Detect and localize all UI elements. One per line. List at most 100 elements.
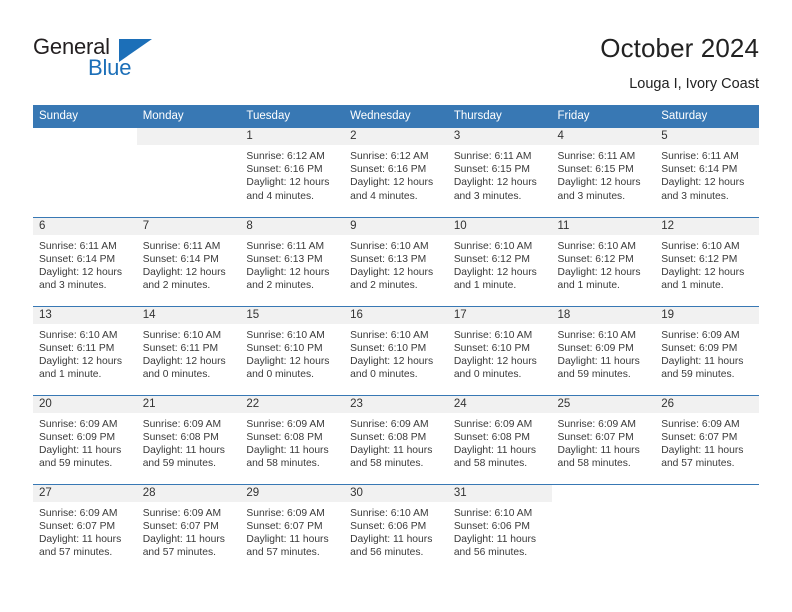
- day-number: 24: [447, 395, 552, 413]
- calendar-day-cell[interactable]: 5 Sunrise: 6:11 AM Sunset: 6:14 PM Daylight…: [655, 128, 759, 217]
- calendar-day-cell[interactable]: 15 Sunrise: 6:10 AM Sunset: 6:10 PM Dayligh…: [240, 305, 345, 395]
- daylight-text: Daylight: 12 hours and 1 minute.: [39, 355, 122, 381]
- calendar-header-row: Sunday Monday Tuesday Wednesday Thursday…: [33, 105, 759, 128]
- calendar-day-cell[interactable]: 2 Sunrise: 6:12 AM Sunset: 6:16 PM Daylight…: [344, 128, 448, 217]
- daylight-text: Daylight: 12 hours and 0 minutes.: [350, 355, 434, 381]
- day-number: 6: [33, 217, 137, 235]
- day-number: 4: [551, 128, 656, 145]
- daylight-text: Daylight: 11 hours and 59 minutes.: [39, 444, 122, 470]
- calendar-grid: Sunday Monday Tuesday Wednesday Thursday…: [33, 105, 759, 573]
- calendar-day-cell[interactable]: 11 Sunrise: 6:10 AM Sunset: 6:12 PM Dayligh…: [551, 216, 656, 306]
- daylight-text: Daylight: 11 hours and 58 minutes.: [557, 444, 640, 470]
- daylight-text: Daylight: 11 hours and 57 minutes.: [246, 533, 329, 559]
- calendar-day-cell[interactable]: 23 Sunrise: 6:09 AM Sunset: 6:08 PM Dayligh…: [344, 394, 448, 484]
- day-number: 2: [344, 128, 448, 145]
- sunset-text: Sunset: 6:09 PM: [557, 342, 634, 354]
- sunrise-text: Sunrise: 6:11 AM: [661, 151, 739, 162]
- calendar-day-cell[interactable]: 26 Sunrise: 6:09 AM Sunset: 6:07 PM Dayligh…: [655, 394, 759, 484]
- calendar-day-cell[interactable]: 7 Sunrise: 6:11 AM Sunset: 6:14 PM Daylight…: [136, 216, 241, 306]
- sunset-text: Sunset: 6:08 PM: [350, 431, 427, 443]
- day-number: 7: [136, 217, 241, 235]
- calendar-day-cell[interactable]: 29 Sunrise: 6:09 AM Sunset: 6:07 PM Dayligh…: [240, 483, 345, 573]
- calendar-day-cell[interactable]: 25 Sunrise: 6:09 AM Sunset: 6:07 PM Dayligh…: [551, 394, 656, 484]
- calendar-week-row: 27 Sunrise: 6:09 AM Sunset: 6:07 PM Dayligh…: [33, 483, 759, 573]
- day-number: 27: [33, 484, 137, 502]
- sunrise-text: Sunrise: 6:09 AM: [39, 507, 118, 519]
- calendar-day-cell[interactable]: 21 Sunrise: 6:09 AM Sunset: 6:08 PM Dayligh…: [136, 394, 241, 484]
- day-details: Sunrise: 6:10 AM Sunset: 6:06 PM Daylight:…: [344, 502, 448, 560]
- calendar-day-cell[interactable]: 10 Sunrise: 6:10 AM Sunset: 6:12 PM Dayligh…: [447, 216, 552, 306]
- daylight-text: Daylight: 11 hours and 59 minutes.: [661, 355, 744, 381]
- day-details: Sunrise: 6:10 AM Sunset: 6:06 PM Daylight:…: [448, 502, 552, 560]
- calendar-day-cell[interactable]: 4 Sunrise: 6:11 AM Sunset: 6:15 PM Daylight…: [551, 128, 656, 217]
- calendar-day-cell[interactable]: 14 Sunrise: 6:10 AM Sunset: 6:11 PM Dayligh…: [136, 305, 241, 395]
- daylight-text: Daylight: 12 hours and 4 minutes.: [246, 177, 330, 202]
- sunset-text: Sunset: 6:06 PM: [350, 520, 427, 532]
- sunrise-text: Sunrise: 6:10 AM: [350, 329, 429, 341]
- calendar-day-cell[interactable]: 30 Sunrise: 6:10 AM Sunset: 6:06 PM Dayligh…: [344, 483, 448, 573]
- sunrise-text: Sunrise: 6:12 AM: [246, 151, 325, 162]
- sunset-text: Sunset: 6:07 PM: [246, 520, 323, 532]
- day-number: [33, 128, 137, 145]
- day-number: 15: [240, 306, 345, 324]
- calendar-day-cell[interactable]: 12 Sunrise: 6:10 AM Sunset: 6:12 PM Dayligh…: [655, 216, 759, 306]
- day-details: Sunrise: 6:09 AM Sunset: 6:07 PM Daylight:…: [655, 413, 759, 471]
- daylight-text: Daylight: 11 hours and 56 minutes.: [453, 533, 537, 559]
- calendar-day-cell[interactable]: 24 Sunrise: 6:09 AM Sunset: 6:08 PM Dayligh…: [447, 394, 552, 484]
- sunrise-text: Sunrise: 6:09 AM: [661, 418, 740, 430]
- sunrise-text: Sunrise: 6:09 AM: [142, 418, 222, 430]
- calendar-empty-cell: [655, 483, 759, 573]
- calendar-day-cell[interactable]: 17 Sunrise: 6:10 AM Sunset: 6:10 PM Dayligh…: [447, 305, 552, 395]
- calendar-day-cell[interactable]: 22 Sunrise: 6:09 AM Sunset: 6:08 PM Dayligh…: [240, 394, 345, 484]
- calendar-day-cell[interactable]: 8 Sunrise: 6:11 AM Sunset: 6:13 PM Daylight…: [240, 216, 345, 306]
- calendar-day-cell[interactable]: 20 Sunrise: 6:09 AM Sunset: 6:09 PM Dayligh…: [33, 394, 137, 484]
- day-details: Sunrise: 6:10 AM Sunset: 6:10 PM Daylight:…: [448, 324, 552, 382]
- sunset-text: Sunset: 6:08 PM: [453, 431, 530, 443]
- sunset-text: Sunset: 6:13 PM: [246, 253, 323, 265]
- sunrise-text: Sunrise: 6:10 AM: [453, 329, 533, 341]
- daylight-text: Daylight: 11 hours and 59 minutes.: [142, 444, 225, 470]
- daylight-text: Daylight: 11 hours and 59 minutes.: [557, 355, 640, 381]
- weekday-header-thursday: Thursday: [447, 105, 552, 128]
- daylight-text: Daylight: 12 hours and 4 minutes.: [350, 177, 434, 202]
- sunrise-text: Sunrise: 6:10 AM: [453, 240, 533, 252]
- general-blue-logo[interactable]: General Blue: [33, 36, 263, 92]
- daylight-text: Daylight: 12 hours and 3 minutes.: [661, 177, 745, 202]
- sunset-text: Sunset: 6:14 PM: [39, 253, 116, 265]
- day-number: 21: [136, 395, 241, 413]
- daylight-text: Daylight: 11 hours and 57 minutes.: [661, 444, 744, 470]
- sunrise-text: Sunrise: 6:09 AM: [661, 329, 740, 341]
- day-details: Sunrise: 6:09 AM Sunset: 6:07 PM Daylight:…: [137, 502, 241, 560]
- day-details: Sunrise: 6:11 AM Sunset: 6:15 PM Daylight:…: [552, 145, 656, 203]
- sunrise-text: Sunrise: 6:11 AM: [246, 240, 325, 252]
- day-details: Sunrise: 6:10 AM Sunset: 6:12 PM Daylight:…: [552, 235, 656, 293]
- sunset-text: Sunset: 6:12 PM: [661, 253, 738, 265]
- calendar-day-cell[interactable]: 6 Sunrise: 6:11 AM Sunset: 6:14 PM Daylight…: [33, 216, 137, 306]
- sunrise-text: Sunrise: 6:12 AM: [350, 151, 429, 162]
- daylight-text: Daylight: 12 hours and 2 minutes.: [350, 266, 434, 292]
- calendar-day-cell[interactable]: 3 Sunrise: 6:11 AM Sunset: 6:15 PM Daylight…: [447, 128, 552, 217]
- sunset-text: Sunset: 6:07 PM: [39, 520, 116, 532]
- calendar-day-cell[interactable]: 1 Sunrise: 6:12 AM Sunset: 6:16 PM Daylight…: [240, 128, 345, 217]
- day-number: 23: [344, 395, 448, 413]
- calendar-day-cell[interactable]: 18 Sunrise: 6:10 AM Sunset: 6:09 PM Dayligh…: [551, 305, 656, 395]
- day-details: Sunrise: 6:12 AM Sunset: 6:16 PM Daylight:…: [344, 145, 448, 203]
- calendar-day-cell[interactable]: 9 Sunrise: 6:10 AM Sunset: 6:13 PM Daylight…: [344, 216, 448, 306]
- sunrise-text: Sunrise: 6:09 AM: [350, 418, 429, 430]
- calendar-day-cell[interactable]: 19 Sunrise: 6:09 AM Sunset: 6:09 PM Dayligh…: [655, 305, 759, 395]
- calendar-body: 1 Sunrise: 6:12 AM Sunset: 6:16 PM Daylight…: [33, 128, 759, 573]
- calendar-day-cell[interactable]: 16 Sunrise: 6:10 AM Sunset: 6:10 PM Dayligh…: [344, 305, 448, 395]
- daylight-text: Daylight: 12 hours and 1 minute.: [453, 266, 537, 292]
- day-number: 14: [136, 306, 241, 324]
- day-number: 22: [240, 395, 345, 413]
- weekday-header-monday: Monday: [136, 105, 241, 128]
- calendar-day-cell[interactable]: 28 Sunrise: 6:09 AM Sunset: 6:07 PM Dayligh…: [136, 483, 241, 573]
- calendar-day-cell[interactable]: 13 Sunrise: 6:10 AM Sunset: 6:11 PM Dayligh…: [33, 305, 137, 395]
- calendar-day-cell[interactable]: 31 Sunrise: 6:10 AM Sunset: 6:06 PM Dayligh…: [447, 483, 552, 573]
- sunrise-text: Sunrise: 6:09 AM: [246, 507, 325, 519]
- day-details: Sunrise: 6:11 AM Sunset: 6:13 PM Daylight:…: [240, 235, 344, 293]
- calendar-day-cell[interactable]: 27 Sunrise: 6:09 AM Sunset: 6:07 PM Dayligh…: [33, 483, 137, 573]
- sunrise-text: Sunrise: 6:09 AM: [142, 507, 222, 519]
- daylight-text: Daylight: 12 hours and 3 minutes.: [557, 177, 641, 202]
- day-number: 20: [33, 395, 137, 413]
